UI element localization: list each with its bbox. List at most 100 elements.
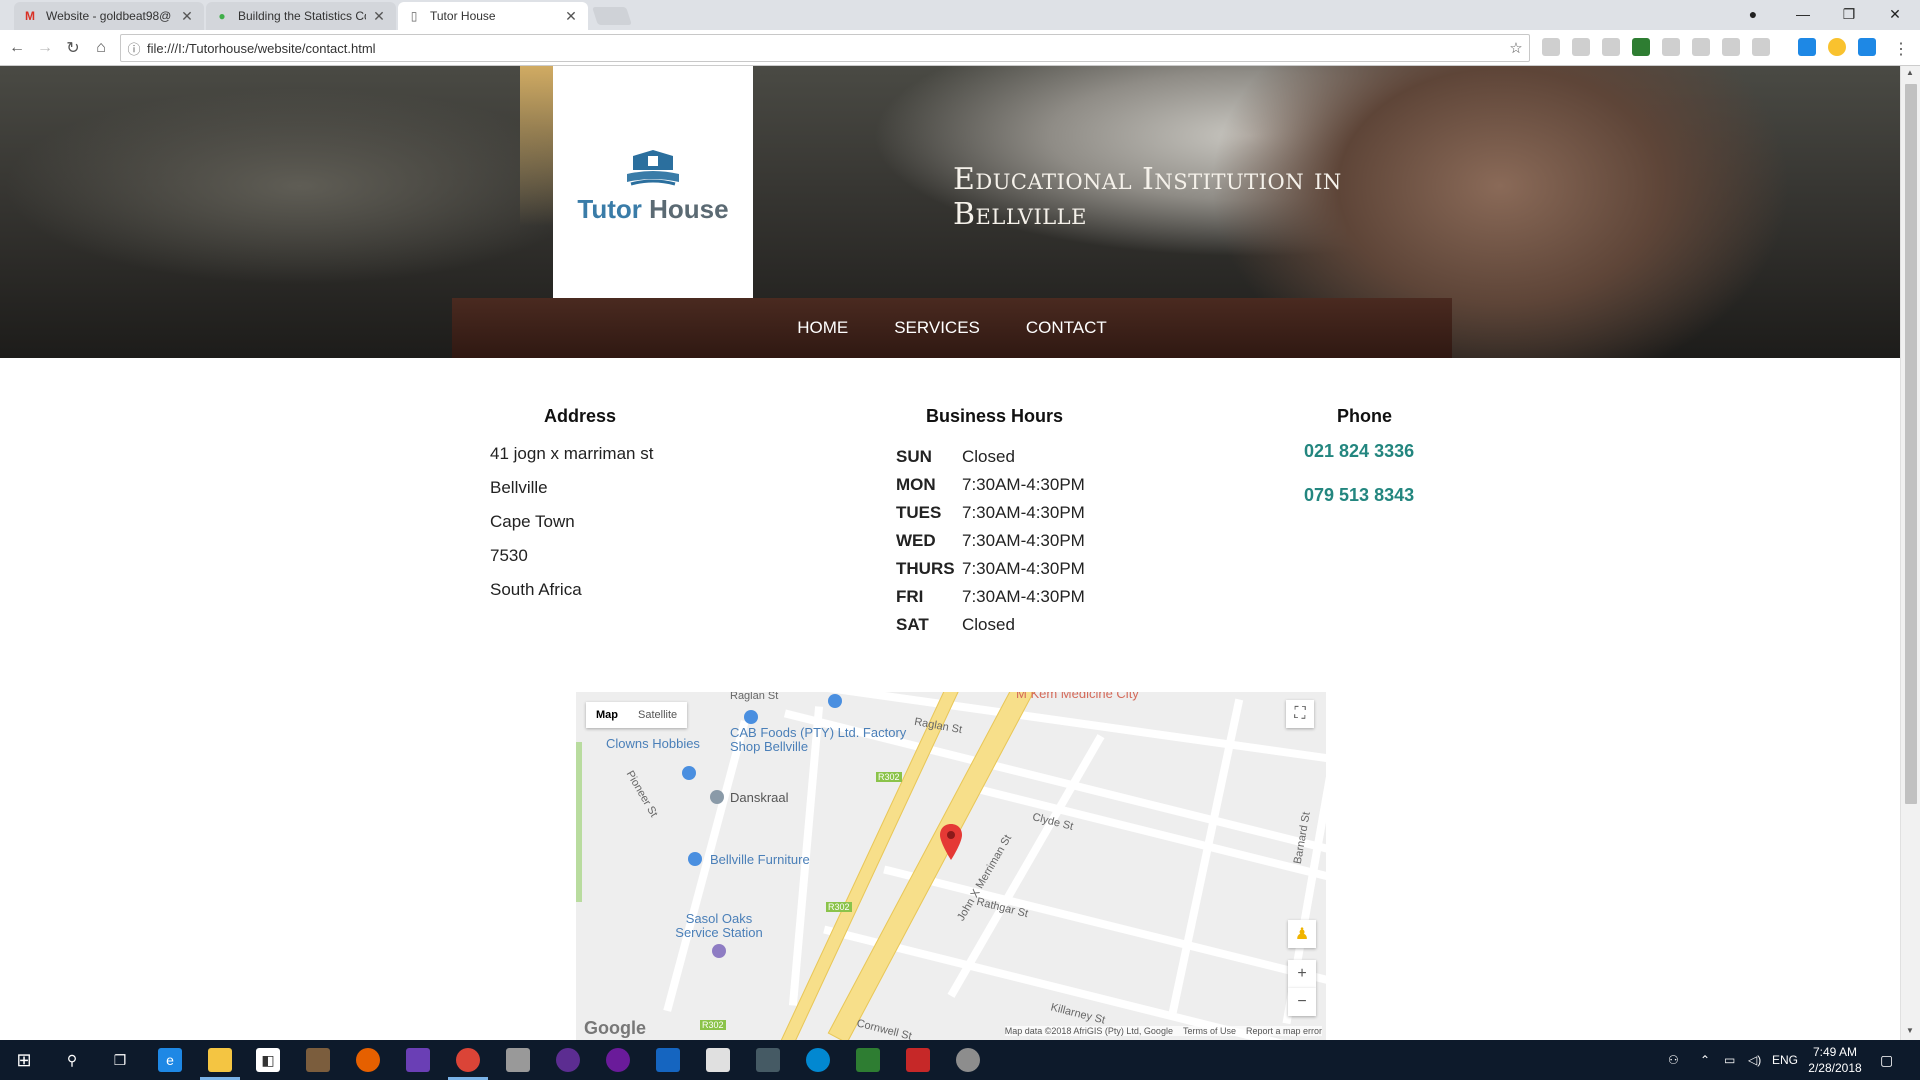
task-view-icon[interactable]: ❐: [108, 1048, 132, 1072]
pdf-reader-icon[interactable]: [906, 1048, 930, 1072]
new-tab-button[interactable]: [592, 7, 632, 25]
main-nav: HOME SERVICES CONTACT: [452, 298, 1452, 358]
extension-icon[interactable]: [1798, 38, 1816, 56]
extension-icon[interactable]: [1602, 38, 1620, 56]
bookmark-star-icon[interactable]: ☆: [1503, 39, 1529, 57]
tab-title: Building the Statistics Co: [238, 9, 366, 23]
media-icon[interactable]: [306, 1048, 330, 1072]
map-marker-icon[interactable]: [940, 824, 962, 860]
tab-tutor-house[interactable]: ▯ Tutor House ✕: [398, 2, 588, 30]
extension-icon[interactable]: [1542, 38, 1560, 56]
file-explorer-icon[interactable]: [208, 1048, 232, 1072]
poi-m-kem-medicine-city[interactable]: M Kem Medicine City: [1016, 692, 1139, 701]
gas-station-icon[interactable]: [712, 944, 726, 958]
logo[interactable]: Tutor House: [553, 66, 753, 298]
firefox-icon[interactable]: [356, 1048, 380, 1072]
volume-icon[interactable]: ◁): [1748, 1040, 1761, 1080]
shop-icon[interactable]: [682, 766, 696, 780]
back-icon[interactable]: ←: [6, 37, 28, 59]
poi-sasol-oaks[interactable]: Sasol Oaks Service Station: [664, 912, 774, 940]
hours-row: SUN Closed: [896, 443, 1085, 471]
poi-danskraal[interactable]: Danskraal: [730, 790, 789, 805]
extension-icon[interactable]: [1858, 38, 1876, 56]
mail-icon[interactable]: [706, 1048, 730, 1072]
chrome-icon[interactable]: [456, 1048, 480, 1072]
day-label: WED: [896, 531, 936, 550]
tab-gmail[interactable]: M Website - goldbeat98@ ✕: [14, 2, 204, 30]
scroll-down-icon[interactable]: ▼: [1906, 1026, 1914, 1035]
taskbar-clock[interactable]: 7:49 AM 2/28/2018: [1800, 1044, 1870, 1076]
edge-icon[interactable]: e: [158, 1048, 182, 1072]
report-error-link[interactable]: Report a map error: [1246, 1026, 1322, 1036]
nav-services[interactable]: SERVICES: [894, 318, 980, 338]
extension-icon[interactable]: [1692, 38, 1710, 56]
app-icon[interactable]: [756, 1048, 780, 1072]
app-icon[interactable]: [956, 1048, 980, 1072]
poi-cab-foods[interactable]: CAB Foods (PTY) Ltd. Factory Shop Bellvi…: [730, 726, 930, 754]
street-label: Raglan St: [730, 692, 779, 702]
phone-heading: Phone: [1337, 406, 1393, 426]
scrollbar-thumb[interactable]: [1905, 84, 1917, 804]
extension-icon[interactable]: [1828, 38, 1846, 56]
app-icon[interactable]: [806, 1048, 830, 1072]
people-icon[interactable]: ⚇: [1668, 1040, 1679, 1080]
hours-row: WED 7:30AM-4:30PM: [896, 527, 1085, 555]
restore-button[interactable]: ❐: [1826, 0, 1872, 28]
zoom-out-button[interactable]: −: [1288, 988, 1316, 1016]
poi-clowns-hobbies[interactable]: Clowns Hobbies: [606, 736, 700, 751]
info-icon[interactable]: ⓘ: [121, 39, 147, 58]
app-icon[interactable]: [556, 1048, 580, 1072]
fullscreen-icon[interactable]: ⛶: [1286, 700, 1314, 728]
page-scrollbar[interactable]: ▲ ▼: [1900, 66, 1920, 1040]
poi-bellville-furniture[interactable]: Bellville Furniture: [710, 852, 810, 867]
extension-icon[interactable]: [1632, 38, 1650, 56]
visual-studio-icon[interactable]: [406, 1048, 430, 1072]
place-icon[interactable]: [710, 790, 724, 804]
phone-number-link[interactable]: 021 824 3336: [1304, 431, 1604, 471]
app-icon[interactable]: [856, 1048, 880, 1072]
app-icon[interactable]: [506, 1048, 530, 1072]
reload-icon[interactable]: ↻: [62, 37, 84, 59]
zoom-in-button[interactable]: +: [1288, 960, 1316, 988]
street-label: Killarney St: [1049, 1001, 1107, 1027]
windows-start-icon[interactable]: ⊞: [12, 1048, 36, 1072]
notifications-icon[interactable]: ▢: [1880, 1040, 1893, 1080]
address-bar[interactable]: ⓘ file:///I:/Tutorhouse/website/contact.…: [120, 34, 1530, 62]
nav-contact[interactable]: CONTACT: [1026, 318, 1107, 338]
shop-icon[interactable]: [688, 852, 702, 866]
google-map[interactable]: Raglan St Raglan St Pioneer St Clyde St …: [576, 692, 1326, 1040]
shop-icon[interactable]: [744, 710, 758, 724]
map-type-map-button[interactable]: Map: [586, 702, 628, 728]
tray-chevron-icon[interactable]: ⌃: [1700, 1040, 1710, 1080]
close-tab-icon[interactable]: ✕: [180, 8, 194, 25]
extension-icon[interactable]: [1722, 38, 1740, 56]
extension-icon[interactable]: [1752, 38, 1770, 56]
nav-home[interactable]: HOME: [797, 318, 848, 338]
extension-icon[interactable]: [1662, 38, 1680, 56]
home-icon[interactable]: ⌂: [90, 37, 112, 59]
map-type-satellite-button[interactable]: Satellite: [628, 702, 687, 728]
app-icon[interactable]: [656, 1048, 680, 1072]
phone-number-link[interactable]: 079 513 8343: [1304, 475, 1604, 515]
search-icon[interactable]: ⚲: [60, 1048, 84, 1072]
scroll-up-icon[interactable]: ▲: [1906, 68, 1914, 77]
forward-icon[interactable]: →: [34, 37, 56, 59]
close-tab-icon[interactable]: ✕: [564, 8, 578, 25]
hours-row: TUES 7:30AM-4:30PM: [896, 499, 1085, 527]
app-icon[interactable]: [606, 1048, 630, 1072]
close-window-button[interactable]: ✕: [1872, 0, 1918, 28]
close-tab-icon[interactable]: ✕: [372, 8, 386, 25]
windows-taskbar: ⊞ ⚲ ❐ e ◧ ⚇ ⌃ ▭ ◁) ENG 7:49 AM 2/28/2018…: [0, 1040, 1920, 1080]
minimize-button[interactable]: —: [1780, 0, 1826, 28]
shop-icon[interactable]: [828, 694, 842, 708]
extension-icon[interactable]: [1572, 38, 1590, 56]
store-icon[interactable]: ◧: [256, 1048, 280, 1072]
pegman-icon[interactable]: ♟: [1288, 920, 1316, 948]
language-indicator[interactable]: ENG: [1772, 1040, 1798, 1080]
profile-icon[interactable]: ●: [1730, 0, 1776, 28]
network-icon[interactable]: ▭: [1724, 1040, 1735, 1080]
menu-icon[interactable]: ⋮: [1890, 38, 1912, 60]
map-attribution: Map data ©2018 AfriGIS (Pty) Ltd, Google…: [1004, 1026, 1322, 1036]
terms-link[interactable]: Terms of Use: [1183, 1026, 1236, 1036]
tab-statistics[interactable]: ● Building the Statistics Co ✕: [206, 2, 396, 30]
